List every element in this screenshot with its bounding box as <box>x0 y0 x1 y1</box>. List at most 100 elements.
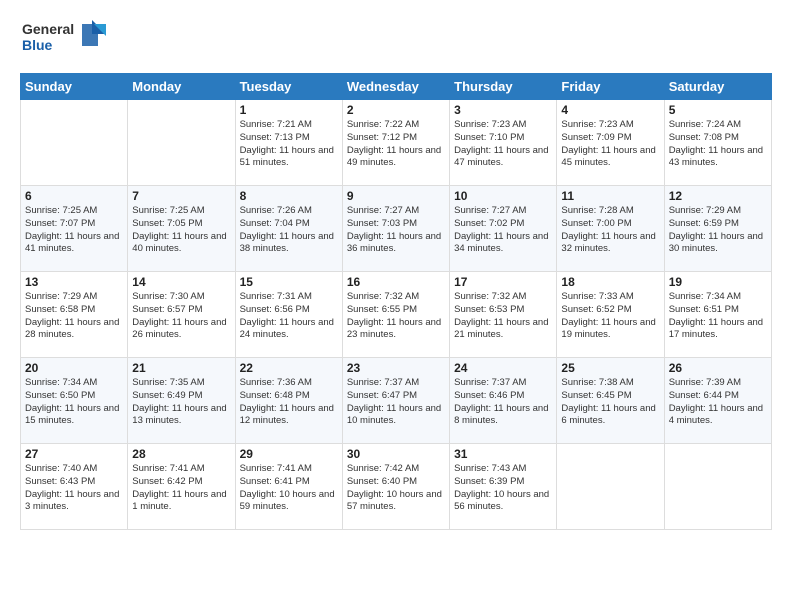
day-info: Sunrise: 7:38 AM Sunset: 6:45 PM Dayligh… <box>561 377 659 428</box>
svg-text:General: General <box>22 21 74 37</box>
calendar-day-cell: 19 Sunrise: 7:34 AM Sunset: 6:51 PM Dayli… <box>664 272 771 358</box>
day-number: 20 <box>25 361 123 375</box>
day-number: 4 <box>561 103 659 117</box>
day-number: 8 <box>240 189 338 203</box>
day-number: 19 <box>669 275 767 289</box>
calendar-day-cell: 7 Sunrise: 7:25 AM Sunset: 7:05 PM Daylig… <box>128 186 235 272</box>
calendar-day-cell: 14 Sunrise: 7:30 AM Sunset: 6:57 PM Dayli… <box>128 272 235 358</box>
day-number: 11 <box>561 189 659 203</box>
day-info: Sunrise: 7:39 AM Sunset: 6:44 PM Dayligh… <box>669 377 767 428</box>
calendar-day-cell: 12Sunrise: 7:29 AM Sunset: 6:59 PM Dayli… <box>664 186 771 272</box>
calendar-day-cell: 6 Sunrise: 7:25 AM Sunset: 7:07 PM Daylig… <box>21 186 128 272</box>
day-number: 31 <box>454 447 552 461</box>
day-number: 9 <box>347 189 445 203</box>
day-number: 21 <box>132 361 230 375</box>
day-number: 6 <box>25 189 123 203</box>
calendar-day-cell <box>128 100 235 186</box>
day-info: Sunrise: 7:37 AM Sunset: 6:47 PM Dayligh… <box>347 377 445 428</box>
day-info: Sunrise: 7:34 AM Sunset: 6:50 PM Dayligh… <box>25 377 123 428</box>
calendar-day-cell: 5Sunrise: 7:24 AM Sunset: 7:08 PM Daylig… <box>664 100 771 186</box>
calendar-day-cell: 10 Sunrise: 7:27 AM Sunset: 7:02 PM Dayli… <box>450 186 557 272</box>
day-number: 25 <box>561 361 659 375</box>
day-info: Sunrise: 7:26 AM Sunset: 7:04 PM Dayligh… <box>240 205 338 256</box>
day-info: Sunrise: 7:27 AM Sunset: 7:02 PM Dayligh… <box>454 205 552 256</box>
day-number: 2 <box>347 103 445 117</box>
weekday-header-cell: Sunday <box>21 74 128 100</box>
day-number: 28 <box>132 447 230 461</box>
day-info: Sunrise: 7:41 AM Sunset: 6:42 PM Dayligh… <box>132 463 230 514</box>
day-number: 13 <box>25 275 123 289</box>
day-info: Sunrise: 7:25 AM Sunset: 7:05 PM Dayligh… <box>132 205 230 256</box>
day-number: 10 <box>454 189 552 203</box>
day-info: Sunrise: 7:23 AM Sunset: 7:09 PM Dayligh… <box>561 119 659 170</box>
calendar-day-cell: 27 Sunrise: 7:40 AM Sunset: 6:43 PM Dayli… <box>21 444 128 530</box>
day-number: 1 <box>240 103 338 117</box>
calendar-day-cell: 28 Sunrise: 7:41 AM Sunset: 6:42 PM Dayli… <box>128 444 235 530</box>
calendar-day-cell: 29 Sunrise: 7:41 AM Sunset: 6:41 PM Dayli… <box>235 444 342 530</box>
day-number: 27 <box>25 447 123 461</box>
day-number: 16 <box>347 275 445 289</box>
day-info: Sunrise: 7:21 AM Sunset: 7:13 PM Dayligh… <box>240 119 338 170</box>
day-info: Sunrise: 7:31 AM Sunset: 6:56 PM Dayligh… <box>240 291 338 342</box>
svg-text:Blue: Blue <box>22 37 53 53</box>
day-info: Sunrise: 7:32 AM Sunset: 6:55 PM Dayligh… <box>347 291 445 342</box>
day-number: 12 <box>669 189 767 203</box>
day-number: 23 <box>347 361 445 375</box>
calendar-week-row: 20 Sunrise: 7:34 AM Sunset: 6:50 PM Dayli… <box>21 358 772 444</box>
calendar-day-cell: 22 Sunrise: 7:36 AM Sunset: 6:48 PM Dayli… <box>235 358 342 444</box>
day-info: Sunrise: 7:42 AM Sunset: 6:40 PM Dayligh… <box>347 463 445 514</box>
day-info: Sunrise: 7:43 AM Sunset: 6:39 PM Dayligh… <box>454 463 552 514</box>
calendar-day-cell: 3 Sunrise: 7:23 AM Sunset: 7:10 PM Daylig… <box>450 100 557 186</box>
weekday-header-cell: Saturday <box>664 74 771 100</box>
logo: General Blue <box>20 16 110 63</box>
weekday-header-cell: Tuesday <box>235 74 342 100</box>
calendar-day-cell: 20 Sunrise: 7:34 AM Sunset: 6:50 PM Dayli… <box>21 358 128 444</box>
day-number: 26 <box>669 361 767 375</box>
calendar-day-cell: 30 Sunrise: 7:42 AM Sunset: 6:40 PM Dayli… <box>342 444 449 530</box>
day-number: 22 <box>240 361 338 375</box>
day-info: Sunrise: 7:36 AM Sunset: 6:48 PM Dayligh… <box>240 377 338 428</box>
calendar-day-cell: 23 Sunrise: 7:37 AM Sunset: 6:47 PM Dayli… <box>342 358 449 444</box>
logo-icon: General Blue <box>20 16 110 58</box>
weekday-header-cell: Friday <box>557 74 664 100</box>
calendar-day-cell: 2 Sunrise: 7:22 AM Sunset: 7:12 PM Daylig… <box>342 100 449 186</box>
calendar-day-cell <box>21 100 128 186</box>
calendar-day-cell: 9Sunrise: 7:27 AM Sunset: 7:03 PM Daylig… <box>342 186 449 272</box>
day-number: 14 <box>132 275 230 289</box>
day-info: Sunrise: 7:40 AM Sunset: 6:43 PM Dayligh… <box>25 463 123 514</box>
calendar-week-row: 1 Sunrise: 7:21 AM Sunset: 7:13 PM Daylig… <box>21 100 772 186</box>
day-info: Sunrise: 7:25 AM Sunset: 7:07 PM Dayligh… <box>25 205 123 256</box>
day-number: 15 <box>240 275 338 289</box>
day-info: Sunrise: 7:22 AM Sunset: 7:12 PM Dayligh… <box>347 119 445 170</box>
calendar-day-cell: 26 Sunrise: 7:39 AM Sunset: 6:44 PM Dayli… <box>664 358 771 444</box>
calendar-day-cell: 17Sunrise: 7:32 AM Sunset: 6:53 PM Dayli… <box>450 272 557 358</box>
day-number: 30 <box>347 447 445 461</box>
day-number: 29 <box>240 447 338 461</box>
calendar-day-cell: 31 Sunrise: 7:43 AM Sunset: 6:39 PM Dayli… <box>450 444 557 530</box>
calendar-day-cell: 25 Sunrise: 7:38 AM Sunset: 6:45 PM Dayli… <box>557 358 664 444</box>
day-info: Sunrise: 7:34 AM Sunset: 6:51 PM Dayligh… <box>669 291 767 342</box>
day-info: Sunrise: 7:30 AM Sunset: 6:57 PM Dayligh… <box>132 291 230 342</box>
day-info: Sunrise: 7:41 AM Sunset: 6:41 PM Dayligh… <box>240 463 338 514</box>
calendar-week-row: 27 Sunrise: 7:40 AM Sunset: 6:43 PM Dayli… <box>21 444 772 530</box>
day-number: 18 <box>561 275 659 289</box>
calendar-day-cell: 8 Sunrise: 7:26 AM Sunset: 7:04 PM Daylig… <box>235 186 342 272</box>
calendar-day-cell: 16 Sunrise: 7:32 AM Sunset: 6:55 PM Dayli… <box>342 272 449 358</box>
day-info: Sunrise: 7:23 AM Sunset: 7:10 PM Dayligh… <box>454 119 552 170</box>
day-number: 3 <box>454 103 552 117</box>
day-number: 17 <box>454 275 552 289</box>
calendar-day-cell: 13Sunrise: 7:29 AM Sunset: 6:58 PM Dayli… <box>21 272 128 358</box>
day-number: 5 <box>669 103 767 117</box>
day-info: Sunrise: 7:33 AM Sunset: 6:52 PM Dayligh… <box>561 291 659 342</box>
day-info: Sunrise: 7:35 AM Sunset: 6:49 PM Dayligh… <box>132 377 230 428</box>
calendar-day-cell: 4 Sunrise: 7:23 AM Sunset: 7:09 PM Daylig… <box>557 100 664 186</box>
calendar-day-cell: 18 Sunrise: 7:33 AM Sunset: 6:52 PM Dayli… <box>557 272 664 358</box>
calendar-day-cell: 21 Sunrise: 7:35 AM Sunset: 6:49 PM Dayli… <box>128 358 235 444</box>
day-info: Sunrise: 7:37 AM Sunset: 6:46 PM Dayligh… <box>454 377 552 428</box>
calendar-day-cell: 11Sunrise: 7:28 AM Sunset: 7:00 PM Dayli… <box>557 186 664 272</box>
weekday-header-cell: Wednesday <box>342 74 449 100</box>
day-number: 7 <box>132 189 230 203</box>
calendar-day-cell: 15 Sunrise: 7:31 AM Sunset: 6:56 PM Dayli… <box>235 272 342 358</box>
calendar-day-cell <box>557 444 664 530</box>
calendar-day-cell <box>664 444 771 530</box>
